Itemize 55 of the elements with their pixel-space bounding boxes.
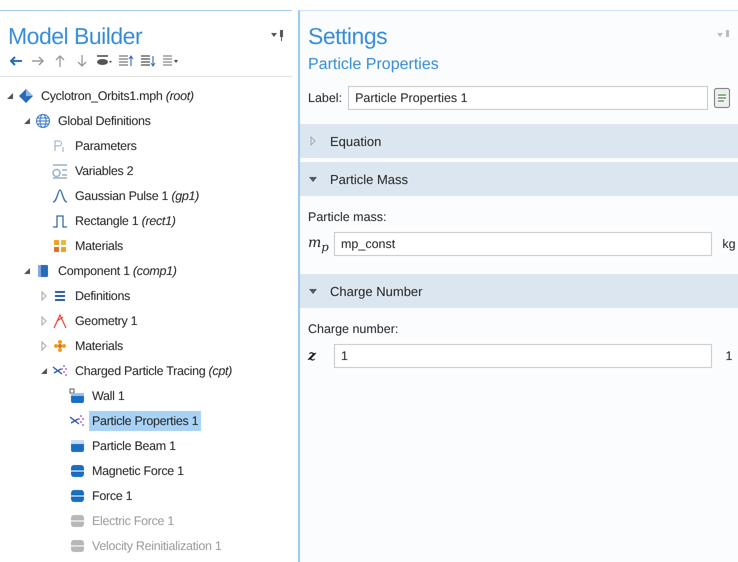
- tree-item[interactable]: Force 1: [89, 486, 136, 506]
- field-label: Label:: [308, 91, 342, 105]
- section-header[interactable]: Particle Mass: [300, 161, 738, 196]
- forward-arrow-icon[interactable]: [30, 54, 46, 68]
- panel-title: Settings: [308, 23, 388, 50]
- list-dropdown-icon[interactable]: [162, 54, 178, 68]
- unit-label: kg: [721, 237, 737, 251]
- section-header[interactable]: Charge Number: [300, 273, 738, 308]
- diamond-icon: [18, 88, 34, 104]
- tree-item[interactable]: Parameters: [72, 136, 140, 156]
- tree-item[interactable]: Global Definitions: [55, 110, 154, 130]
- geometry-icon: [52, 312, 68, 328]
- node-type-heading: Particle Properties: [307, 55, 440, 75]
- tree-item[interactable]: Magnetic Force 1: [89, 460, 187, 480]
- unit-label: 1: [724, 349, 734, 363]
- materials-icon: [52, 338, 68, 354]
- expanded-caret-icon: [308, 286, 318, 296]
- tree-item[interactable]: Gaussian Pulse 1 (gp1): [72, 186, 202, 206]
- tree-item[interactable]: Cyclotron_Orbits1.mph (root): [38, 86, 197, 106]
- variable-symbol: m$_{p}$: [308, 234, 326, 254]
- collapsed-caret-icon: [308, 136, 318, 146]
- tree-item[interactable]: Variables 2: [72, 160, 136, 180]
- tree-item[interactable]: Materials: [72, 336, 126, 356]
- rectangle-pulse-icon: [52, 212, 68, 228]
- tree-item[interactable]: Particle Beam 1: [89, 436, 179, 456]
- value-field[interactable]: 1: [334, 344, 712, 368]
- tree-item[interactable]: Wall 1: [89, 386, 128, 406]
- expanded-caret-icon: [308, 174, 318, 184]
- tree-item[interactable]: Component 1 (comp1): [55, 260, 180, 280]
- wall-icon: [69, 388, 85, 404]
- value-field[interactable]: mp_const: [334, 232, 712, 256]
- component-icon: [35, 262, 51, 278]
- pin-icon[interactable]: [270, 29, 284, 41]
- variable-icon: [52, 162, 68, 178]
- tree-item[interactable]: Charged Particle Tracing (cpt): [72, 360, 236, 380]
- tree-item[interactable]: Rectangle 1 (rect1): [72, 210, 179, 230]
- pulse-icon: [52, 188, 68, 204]
- tree-item[interactable]: Particle Properties 1: [89, 410, 202, 430]
- section-header[interactable]: Equation: [300, 123, 738, 158]
- field-label: Charge number:: [308, 322, 400, 336]
- panel-title: Model Builder: [8, 23, 142, 50]
- label-field[interactable]: Particle Properties 1: [348, 86, 708, 110]
- tree-item[interactable]: Definitions: [72, 286, 134, 306]
- back-arrow-icon[interactable]: [8, 54, 24, 68]
- expand-list-icon[interactable]: [140, 54, 156, 68]
- particles-icon: [69, 412, 85, 428]
- tree-item[interactable]: Materials: [72, 236, 126, 256]
- variable-symbol: z: [308, 348, 318, 364]
- materials-icon: [52, 238, 68, 254]
- collapse-list-icon[interactable]: [118, 54, 134, 68]
- tree-item[interactable]: Geometry 1: [72, 310, 140, 330]
- notes-icon[interactable]: [714, 88, 730, 108]
- particles-icon: [52, 362, 68, 378]
- globe-icon: [35, 112, 51, 128]
- field-label: Particle mass:: [308, 210, 388, 224]
